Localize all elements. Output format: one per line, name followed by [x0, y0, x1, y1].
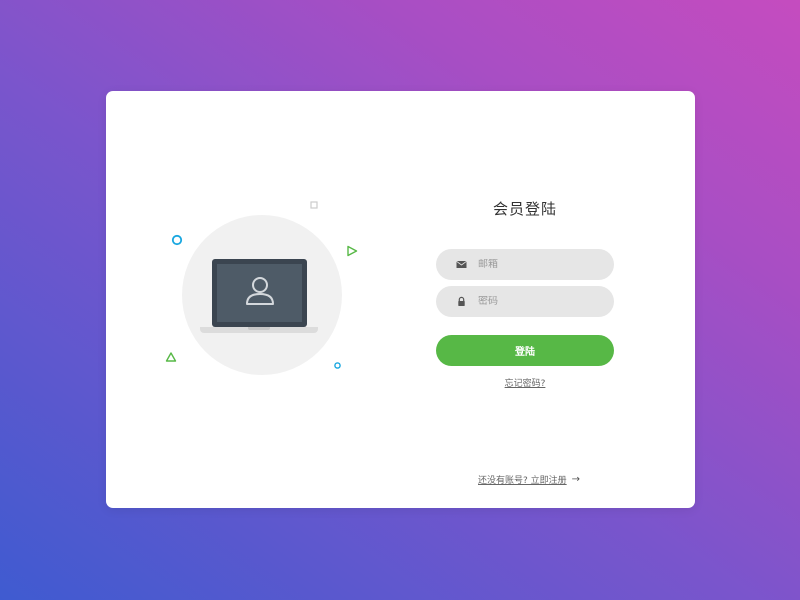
- password-input[interactable]: [478, 296, 598, 307]
- email-input[interactable]: [478, 259, 598, 270]
- login-illustration: [106, 91, 366, 508]
- login-card: 会员登陆 登陆 忘记密码? 还没有账号? 立即注册 →: [106, 91, 695, 508]
- register-prompt: 还没有账号? 立即注册 →: [478, 473, 580, 486]
- register-link[interactable]: 还没有账号? 立即注册: [478, 473, 567, 486]
- login-button[interactable]: 登陆: [436, 335, 614, 366]
- email-field[interactable]: [436, 249, 614, 280]
- lock-icon: [458, 296, 465, 306]
- user-avatar-icon: [246, 277, 274, 305]
- laptop-notch: [248, 327, 270, 330]
- decor-circle-blue-icon: [171, 234, 183, 246]
- decor-circle-small-blue-icon: [334, 362, 341, 369]
- password-field[interactable]: [436, 286, 614, 317]
- decor-square-icon: [310, 201, 318, 209]
- envelope-icon: [456, 260, 467, 268]
- decor-triangle-right-icon: [347, 245, 358, 257]
- forgot-password-link[interactable]: 忘记密码?: [436, 376, 614, 389]
- page-title: 会员登陆: [492, 200, 557, 218]
- arrow-right-icon[interactable]: →: [572, 474, 580, 485]
- decor-triangle-up-icon: [165, 352, 177, 362]
